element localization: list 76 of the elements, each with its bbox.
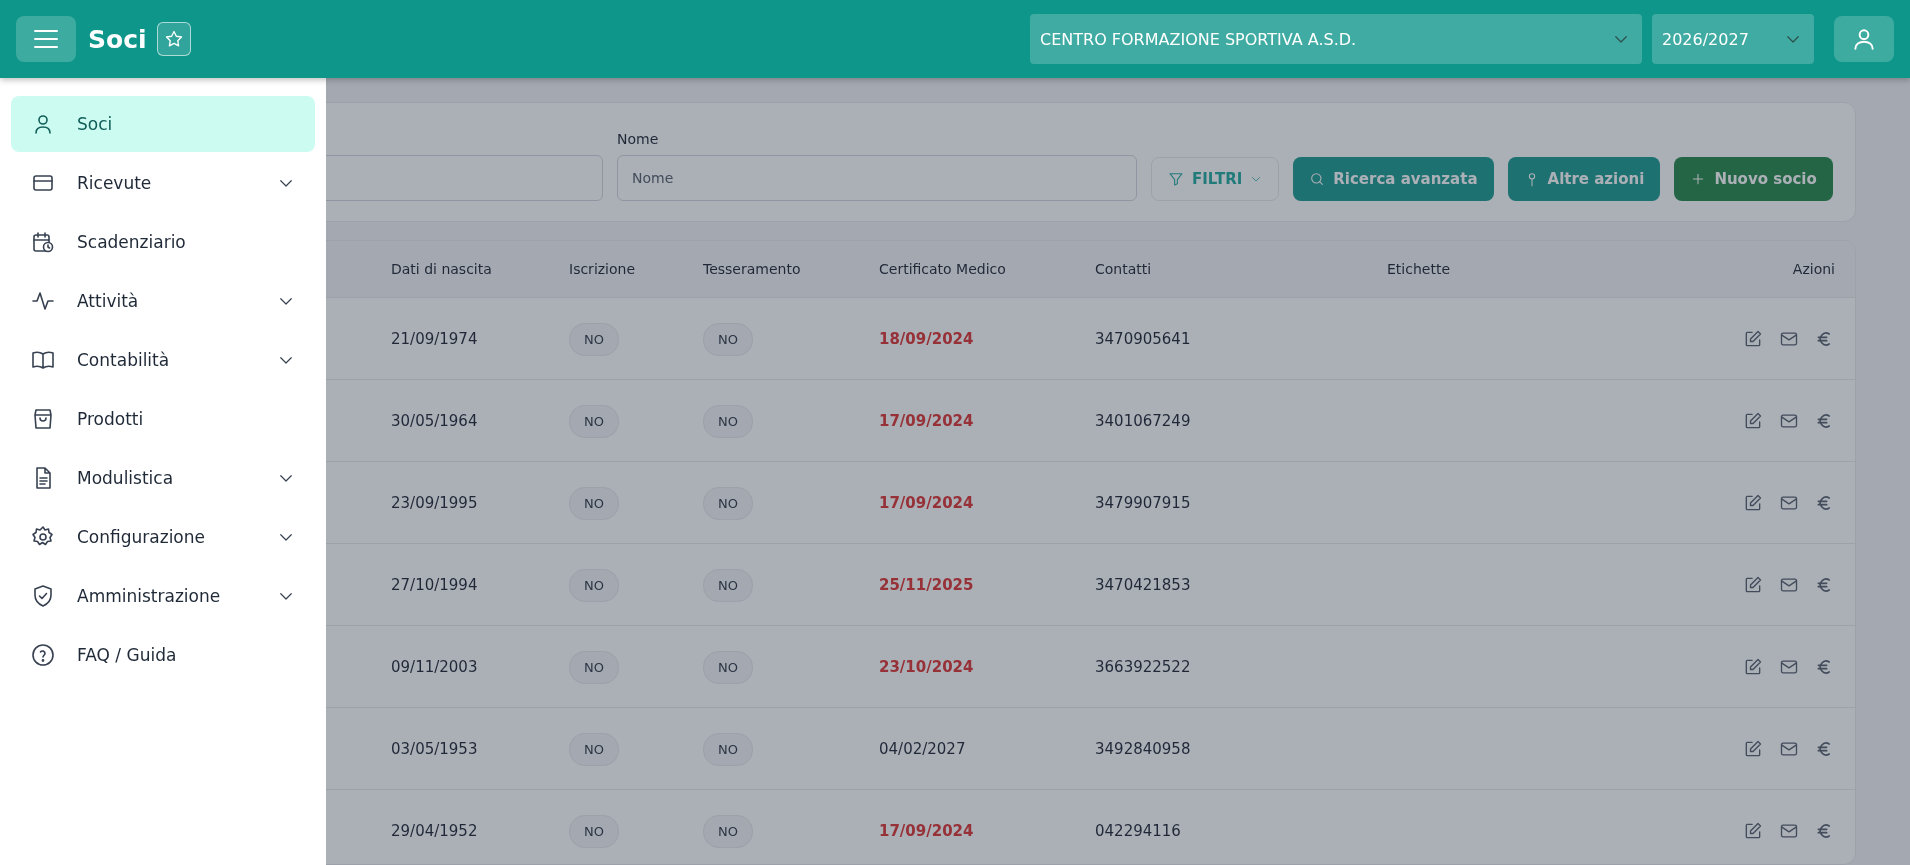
status-badge: NO [569, 404, 619, 438]
table-cell: 17/09/2024 [879, 411, 974, 430]
table-cell: 29/04/1952 [391, 821, 478, 840]
table-cell: 30/05/1964 [391, 411, 478, 430]
favorite-button[interactable] [156, 22, 191, 56]
column-header: Tesseramento [703, 261, 802, 277]
field-label: Nome [617, 131, 660, 147]
status-badge: NO [703, 732, 753, 766]
help-icon [31, 643, 55, 667]
status-badge: NO [569, 814, 619, 848]
table-cell: 04/02/2027 [879, 739, 966, 758]
status-badge: NO [703, 404, 753, 438]
funnel-icon [1168, 171, 1184, 187]
status-badge: NO [703, 322, 753, 356]
table-cell: 21/09/1974 [391, 329, 478, 348]
table-cell: 3470421853 [1095, 575, 1191, 594]
table-cell: 18/09/2024 [879, 329, 974, 348]
table-cell: 25/11/2025 [879, 575, 974, 594]
table-cell: 17/09/2024 [879, 821, 974, 840]
sidebar-item[interactable]: Ricevute [11, 155, 315, 211]
table-cell: 23/10/2024 [879, 657, 974, 676]
pulse-icon [31, 289, 55, 313]
table-cell: 3401067249 [1095, 411, 1191, 430]
bag-icon [31, 407, 55, 431]
sidebar-item[interactable]: Soci [11, 96, 315, 152]
book-icon [31, 348, 55, 372]
edit-icon[interactable] [1743, 820, 1763, 841]
status-badge: NO [569, 322, 619, 356]
table-cell: 09/11/2003 [391, 657, 478, 676]
menu-icon [33, 28, 59, 50]
table-cell: 03/05/1953 [391, 739, 478, 758]
edit-icon[interactable] [1743, 574, 1763, 595]
status-badge: NO [569, 568, 619, 602]
status-badge: NO [703, 568, 753, 602]
table-cell: 3470905641 [1095, 329, 1191, 348]
sidebar-item[interactable]: Contabilità [11, 332, 315, 388]
menu-button[interactable] [16, 16, 76, 62]
status-badge: NO [569, 732, 619, 766]
user-button[interactable] [1834, 16, 1894, 62]
sidebar-item[interactable]: Attività [11, 273, 315, 329]
status-badge: NO [569, 486, 619, 520]
table-cell: 17/09/2024 [879, 493, 974, 512]
table-cell: 27/10/1994 [391, 575, 478, 594]
sidebar-item[interactable]: Amministrazione [11, 568, 315, 624]
sidebar-item[interactable]: Modulistica [11, 450, 315, 506]
page-title: Soci [88, 24, 147, 54]
edit-icon[interactable] [1743, 656, 1763, 677]
edit-icon[interactable] [1743, 738, 1763, 759]
column-header: Azioni [1791, 261, 1836, 277]
table-cell: 23/09/1995 [391, 493, 478, 512]
sidebar-item[interactable]: Scadenziario [11, 214, 315, 270]
search-icon [1309, 171, 1326, 187]
name-field[interactable]: Nome [617, 155, 1137, 201]
status-badge: NO [569, 650, 619, 684]
table-cell: 3492840958 [1095, 739, 1191, 758]
column-header: Contatti [1095, 261, 1153, 277]
table-cell: 3663922522 [1095, 657, 1191, 676]
sidebar-item[interactable]: Prodotti [11, 391, 315, 447]
table-cell: 3479907915 [1095, 493, 1191, 512]
status-badge: NO [703, 814, 753, 848]
sidebar-item[interactable]: FAQ / Guida [11, 627, 315, 683]
sidebar-item[interactable]: Configurazione [11, 509, 315, 565]
user-icon [1851, 26, 1877, 52]
column-header: Certificato Medico [879, 261, 1007, 277]
calendar-icon [31, 230, 55, 254]
status-badge: NO [703, 486, 753, 520]
status-badge: NO [703, 650, 753, 684]
star-icon [163, 29, 184, 49]
shield-icon [31, 584, 55, 608]
column-header: Iscrizione [569, 261, 637, 277]
edit-icon[interactable] [1743, 410, 1763, 431]
column-header: Dati di nascita [391, 261, 493, 277]
table-cell: 042294116 [1095, 821, 1181, 840]
edit-icon[interactable] [1743, 328, 1763, 349]
column-header: Etichette [1387, 261, 1451, 277]
edit-icon[interactable] [1743, 492, 1763, 513]
